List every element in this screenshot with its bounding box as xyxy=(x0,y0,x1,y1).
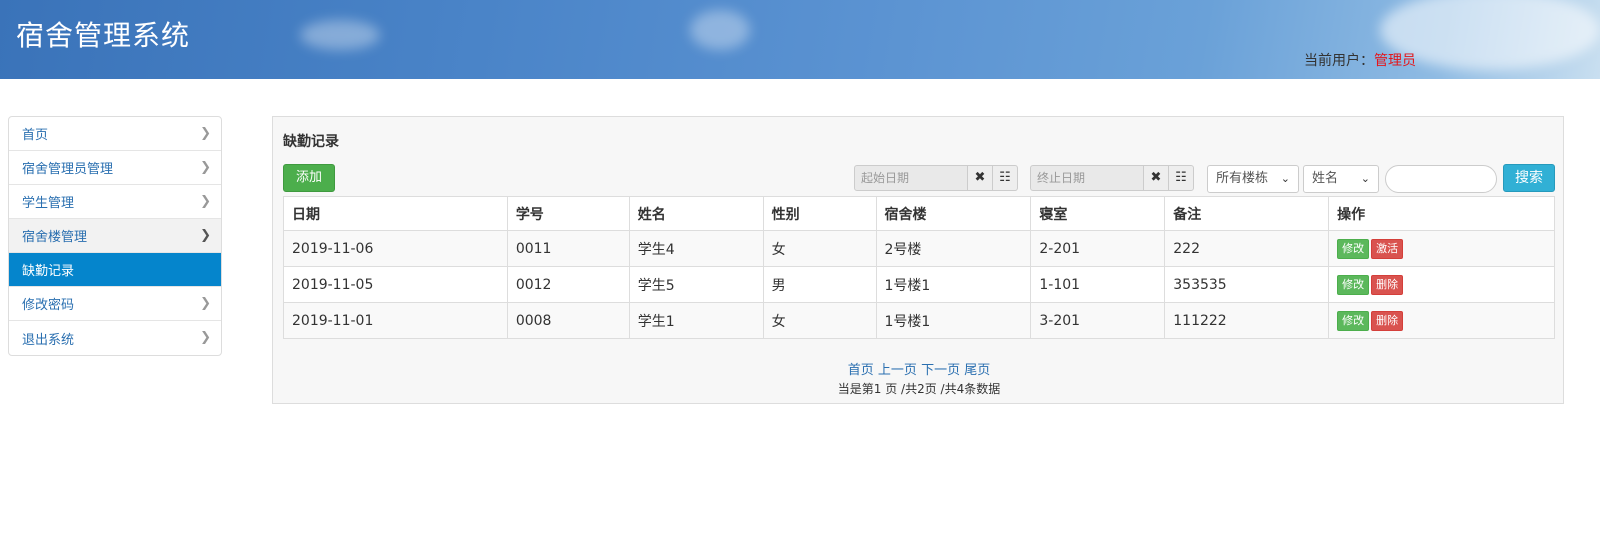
times-icon[interactable]: ✖ xyxy=(1143,165,1169,191)
cell-gender: 女 xyxy=(762,302,877,339)
sidebar-item-logout[interactable]: 退出系统 ❯ xyxy=(9,321,221,355)
cell-building: 2号楼 xyxy=(875,230,1032,267)
table-row: 2019-11-01 0008 学生1 女 1号楼1 3-201 111222 … xyxy=(283,302,1555,339)
field-select-value: 姓名 xyxy=(1312,171,1339,186)
prev-page-link[interactable]: 上一页 xyxy=(878,363,917,378)
times-icon[interactable]: ✖ xyxy=(967,165,993,191)
first-page-link[interactable]: 首页 xyxy=(848,363,874,378)
cell-room: 2-201 xyxy=(1030,230,1166,267)
building-select[interactable]: 所有楼栋 ⌄ xyxy=(1207,165,1299,193)
cell-date: 2019-11-01 xyxy=(283,302,508,339)
calendar-grid-icon[interactable]: ☷ xyxy=(1168,165,1194,191)
column-header: 性别 xyxy=(762,196,877,231)
main-panel: 缺勤记录 添加 起始日期 ✖ ☷ 终止日期 ✖ ☷ 所有楼栋 ⌄ 姓名 ⌄ 搜索… xyxy=(272,116,1564,404)
last-page-link[interactable]: 尾页 xyxy=(964,363,990,378)
sidebar-nav: 首页 ❯ 宿舍管理员管理 ❯ 学生管理 ❯ 宿舍楼管理 ❯ 缺勤记录 修改密码 … xyxy=(8,116,222,356)
cell-room: 3-201 xyxy=(1030,302,1166,339)
delete-button[interactable]: 删除 xyxy=(1371,310,1404,331)
sidebar-item-label: 退出系统 xyxy=(22,332,75,348)
activate-button[interactable]: 激活 xyxy=(1371,238,1404,259)
cloud-decoration xyxy=(300,20,380,50)
cloud-decoration xyxy=(690,10,750,50)
search-input[interactable] xyxy=(1385,165,1497,193)
cell-note: 222 xyxy=(1164,230,1330,267)
sidebar-item-label: 首页 xyxy=(22,128,49,143)
column-header: 备注 xyxy=(1164,196,1330,231)
building-select-value: 所有楼栋 xyxy=(1216,171,1269,186)
pagination: 首页 上一页 下一页 尾页 当是第1 页 /共2页 /共4条数据 xyxy=(273,359,1565,397)
sidebar-item-buildings[interactable]: 宿舍楼管理 ❯ xyxy=(9,219,221,253)
cell-building: 1号楼1 xyxy=(875,302,1032,339)
cell-id: 0012 xyxy=(506,266,630,303)
absence-table: 日期 学号 姓名 性别 宿舍楼 寝室 备注 操作 2019-11-06 0011… xyxy=(283,196,1555,339)
cell-id: 0011 xyxy=(506,230,630,267)
sidebar-item-dorm-admin[interactable]: 宿舍管理员管理 ❯ xyxy=(9,151,221,185)
table-row: 2019-11-05 0012 学生5 男 1号楼1 1-101 353535 … xyxy=(283,266,1555,303)
start-date-input[interactable]: 起始日期 xyxy=(854,165,968,191)
field-select[interactable]: 姓名 ⌄ xyxy=(1303,165,1379,193)
cell-building: 1号楼1 xyxy=(875,266,1032,303)
add-button[interactable]: 添加 xyxy=(283,164,335,192)
cell-actions: 修改 激活 xyxy=(1328,230,1555,267)
chevron-right-icon: ❯ xyxy=(200,126,211,141)
cell-actions: 修改 删除 xyxy=(1328,266,1555,303)
edit-button[interactable]: 修改 xyxy=(1337,310,1370,331)
chevron-right-icon: ❯ xyxy=(200,228,211,243)
calendar-grid-icon[interactable]: ☷ xyxy=(992,165,1018,191)
cell-id: 0008 xyxy=(506,302,630,339)
cell-name: 学生4 xyxy=(628,230,764,267)
chevron-right-icon: ❯ xyxy=(200,330,211,345)
sidebar-item-password[interactable]: 修改密码 ❯ xyxy=(9,287,221,321)
table-header-row: 日期 学号 姓名 性别 宿舍楼 寝室 备注 操作 xyxy=(283,196,1555,231)
cell-actions: 修改 删除 xyxy=(1328,302,1555,339)
current-user-name: 管理员 xyxy=(1374,53,1416,69)
column-header: 操作 xyxy=(1328,196,1555,231)
table-row: 2019-11-06 0011 学生4 女 2号楼 2-201 222 修改 激活 xyxy=(283,230,1555,267)
sidebar-item-students[interactable]: 学生管理 ❯ xyxy=(9,185,221,219)
pagination-links: 首页 上一页 下一页 尾页 xyxy=(273,359,1565,378)
cell-room: 1-101 xyxy=(1030,266,1166,303)
cell-note: 111222 xyxy=(1164,302,1330,339)
column-header: 宿舍楼 xyxy=(875,196,1032,231)
edit-button[interactable]: 修改 xyxy=(1337,238,1370,259)
pagination-info: 当是第1 页 /共2页 /共4条数据 xyxy=(837,382,1001,396)
sidebar-item-label: 学生管理 xyxy=(22,196,75,211)
delete-button[interactable]: 删除 xyxy=(1371,274,1404,295)
sidebar-item-label: 缺勤记录 xyxy=(22,264,75,279)
chevron-down-icon: ⌄ xyxy=(1280,172,1290,185)
column-header: 寝室 xyxy=(1030,196,1166,231)
cell-date: 2019-11-05 xyxy=(283,266,508,303)
sidebar-item-home[interactable]: 首页 ❯ xyxy=(9,117,221,151)
header-banner: 宿舍管理系统 当前用户：管理员 xyxy=(0,0,1600,79)
sidebar-item-label: 宿舍管理员管理 xyxy=(22,162,114,177)
column-header: 学号 xyxy=(506,196,630,231)
edit-button[interactable]: 修改 xyxy=(1337,274,1370,295)
cell-date: 2019-11-06 xyxy=(283,230,508,267)
column-header: 姓名 xyxy=(628,196,764,231)
cell-note: 353535 xyxy=(1164,266,1330,303)
next-page-link[interactable]: 下一页 xyxy=(921,363,960,378)
sidebar-item-label: 宿舍楼管理 xyxy=(22,230,88,245)
chevron-right-icon: ❯ xyxy=(200,296,211,311)
cell-name: 学生5 xyxy=(628,266,764,303)
chevron-right-icon: ❯ xyxy=(200,160,211,175)
chevron-down-icon: ⌄ xyxy=(1360,172,1370,185)
panel-title: 缺勤记录 xyxy=(283,134,339,150)
end-date-input[interactable]: 终止日期 xyxy=(1030,165,1144,191)
sidebar-item-absence[interactable]: 缺勤记录 xyxy=(9,253,221,287)
app-title: 宿舍管理系统 xyxy=(16,19,191,52)
cell-gender: 男 xyxy=(762,266,877,303)
cell-name: 学生1 xyxy=(628,302,764,339)
search-button[interactable]: 搜索 xyxy=(1503,164,1555,192)
cell-gender: 女 xyxy=(762,230,877,267)
sidebar-item-label: 修改密码 xyxy=(22,298,75,313)
column-header: 日期 xyxy=(283,196,508,231)
current-user-label: 当前用户： xyxy=(1304,53,1374,69)
current-user: 当前用户：管理员 xyxy=(1304,50,1416,70)
chevron-right-icon: ❯ xyxy=(200,194,211,209)
